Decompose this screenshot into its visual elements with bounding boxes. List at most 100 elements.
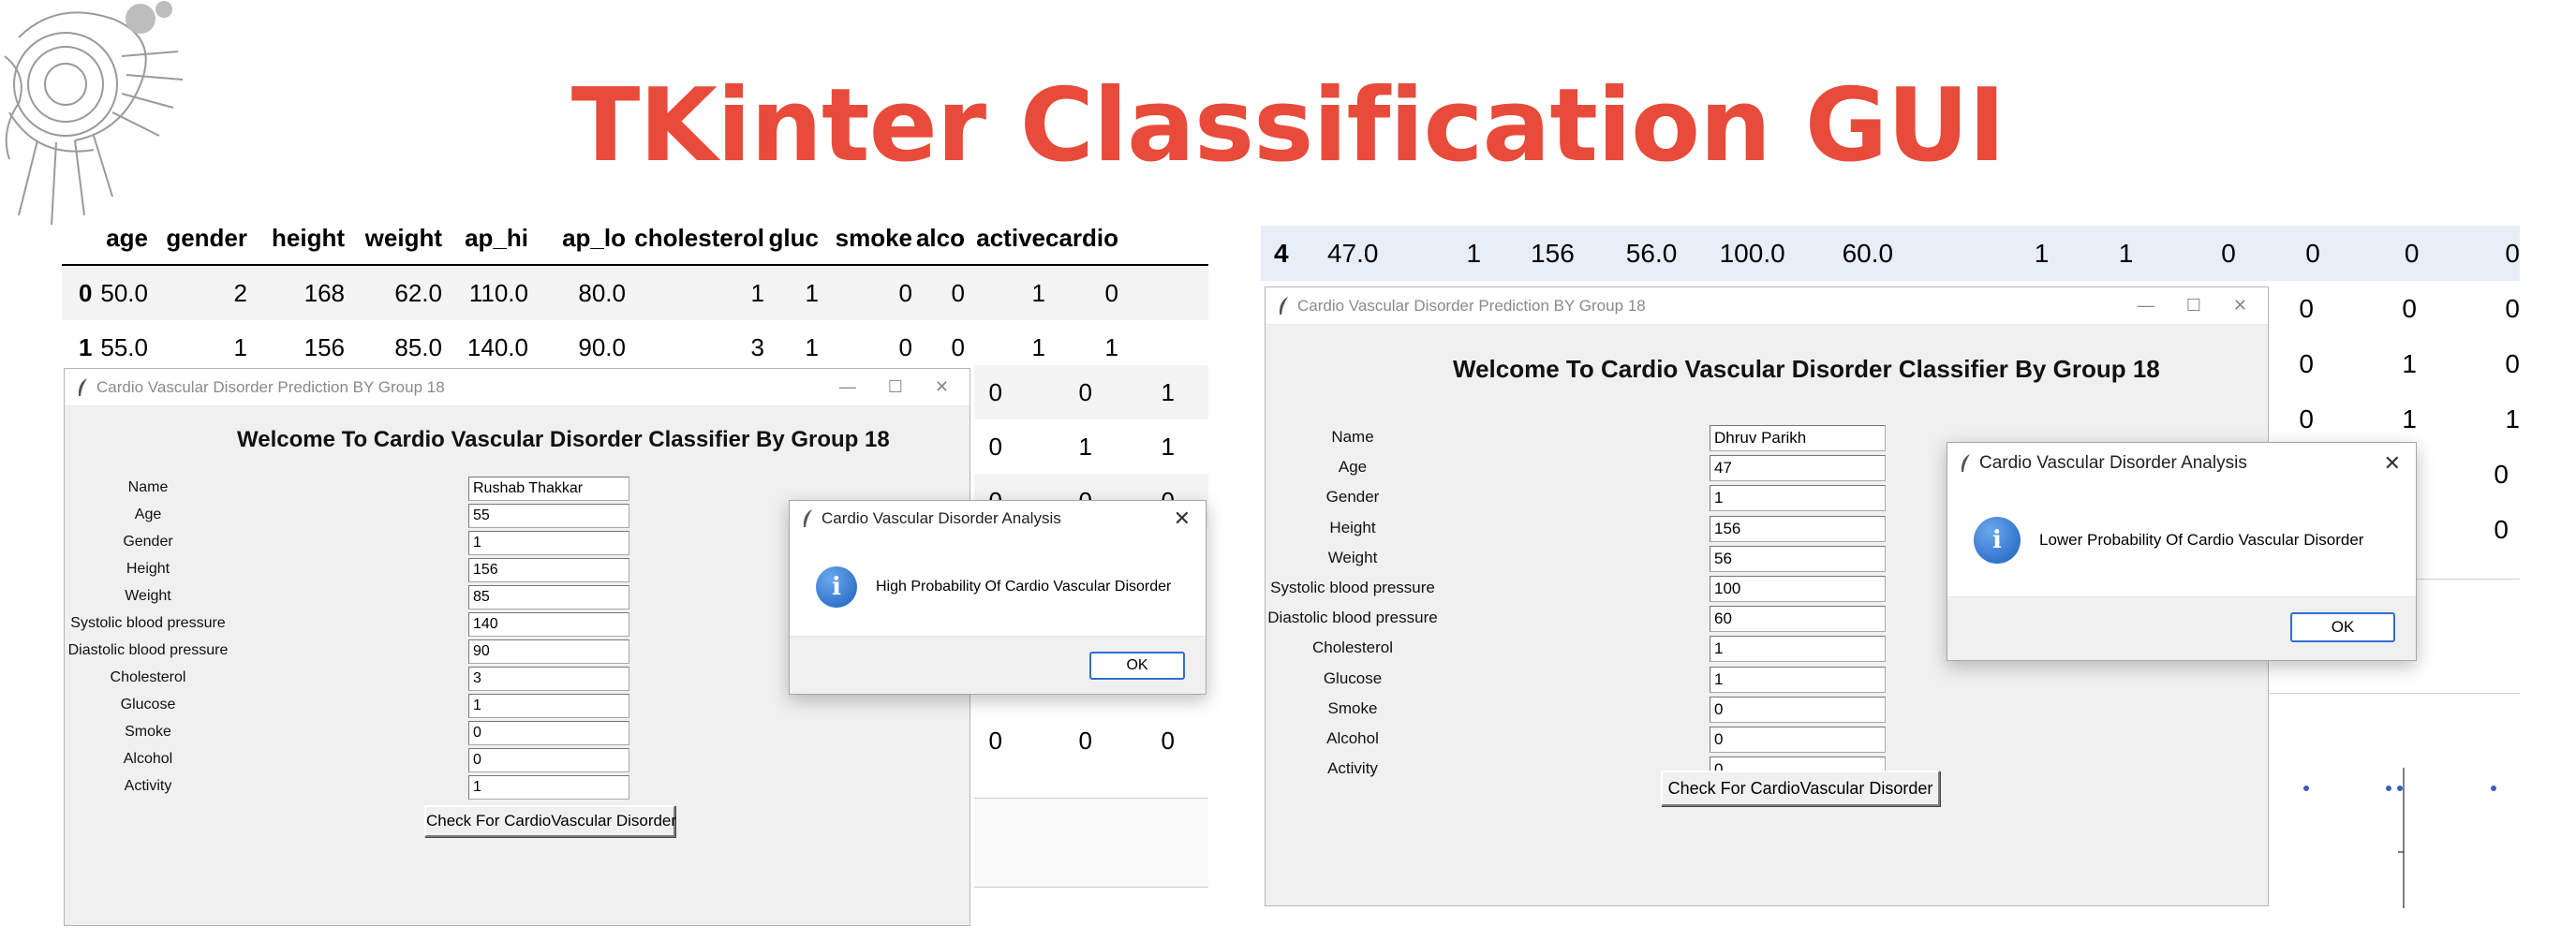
field-input-weight[interactable]: 56 (1710, 545, 1886, 572)
field-input-smoke[interactable]: 0 (468, 721, 629, 745)
field-label-gender: Gender (1325, 488, 1380, 507)
table-cell: 0 (2505, 348, 2520, 378)
table-cell: 80.0 (578, 278, 626, 307)
field-input-age[interactable]: 55 (468, 504, 629, 528)
dialog-titlebar[interactable]: Cardio Vascular Disorder Analysis ✕ (790, 501, 1206, 536)
table-cell: 140.0 (466, 332, 528, 361)
column-header: gender (166, 223, 247, 252)
window-titlebar[interactable]: Cardio Vascular Disorder Prediction BY G… (1266, 287, 2268, 325)
field-input-weight[interactable]: 85 (468, 585, 629, 610)
table-cell: 1 (750, 278, 764, 307)
minimize-icon[interactable]: — (2138, 296, 2154, 316)
column-header: alco (915, 223, 965, 252)
table-cell: 0 (2505, 238, 2520, 268)
field-label-age: Age (134, 507, 162, 522)
table-cell: 100.0 (1719, 238, 1785, 268)
close-icon[interactable]: ✕ (2233, 296, 2247, 316)
table-cell: 1 (1161, 377, 1175, 406)
field-input-systolic-blood-pressure[interactable]: 100 (1710, 576, 1886, 602)
field-label-glucose: Glucose (120, 697, 176, 712)
table-cell: 0 (2494, 459, 2509, 489)
field-input-alcohol[interactable]: 0 (468, 748, 629, 772)
table-row: 0 50.0 2 168 62.0 110.0 80.0 1 1 0 0 1 0 (62, 266, 1208, 320)
table-cell: 0 (2305, 238, 2320, 268)
table-cell: 1 (1078, 432, 1092, 461)
field-label-smoke: Smoke (125, 724, 171, 740)
check-disorder-button[interactable]: Check For CardioVascular Disorder (424, 805, 676, 837)
field-input-gender[interactable]: 1 (1710, 485, 1886, 512)
field-input-alcohol[interactable]: 0 (1710, 727, 1886, 753)
check-disorder-button[interactable]: Check For CardioVascular Disorder (1661, 771, 1940, 806)
table-cell: 1 (2505, 404, 2520, 433)
welcome-heading: Welcome To Cardio Vascular Disorder Clas… (237, 427, 890, 452)
table-cell: 0 (2505, 293, 2520, 323)
field-input-gender[interactable]: 1 (468, 531, 629, 555)
table-cell: 0 (951, 332, 965, 361)
field-input-name[interactable]: Rushab Thakkar (468, 477, 629, 501)
field-input-smoke[interactable]: 0 (1710, 696, 1886, 723)
column-header: weight (364, 223, 442, 252)
row-index: 0 (79, 278, 93, 307)
row-index: 1 (79, 332, 93, 361)
table-cell: 62.0 (394, 278, 442, 307)
divider (2258, 693, 2520, 694)
table-cell: 60.0 (1842, 238, 1894, 268)
ok-button[interactable]: OK (2290, 612, 2395, 642)
field-label-name: Name (127, 479, 169, 495)
field-input-cholesterol[interactable]: 1 (1710, 636, 1886, 663)
table-cell: 156 (1531, 238, 1575, 268)
column-header: active (976, 223, 1045, 252)
table-cell: 0 (951, 278, 965, 307)
table-cell: 0 (2404, 238, 2420, 268)
field-input-name[interactable]: Dhruv Parikh (1710, 425, 1886, 451)
column-header: smoke (835, 223, 912, 252)
field-input-glucose[interactable]: 1 (468, 694, 629, 718)
field-label-height: Height (1329, 518, 1376, 536)
table-cell: 0 (2221, 238, 2236, 268)
column-header: gluc (768, 223, 819, 252)
table-cell: 85.0 (394, 332, 442, 361)
field-input-age[interactable]: 47 (1710, 455, 1886, 482)
dialog-titlebar[interactable]: Cardio Vascular Disorder Analysis ✕ (1947, 443, 2416, 484)
info-icon: i (1974, 517, 2021, 564)
field-label-name: Name (1331, 428, 1374, 446)
field-input-height[interactable]: 156 (1710, 515, 1886, 542)
table-cell: 1 (233, 332, 247, 361)
close-icon[interactable]: ✕ (1174, 507, 1206, 531)
table-cell: 50.0 (100, 278, 148, 307)
maximize-icon[interactable]: ☐ (888, 377, 903, 397)
minimize-icon[interactable]: — (839, 377, 856, 397)
field-input-activity[interactable]: 1 (468, 775, 629, 800)
field-label-activity: Activity (1327, 759, 1378, 778)
dialog-message: Lower Probability Of Cardio Vascular Dis… (2039, 531, 2364, 549)
maximize-icon[interactable]: ☐ (2186, 296, 2201, 316)
window-titlebar[interactable]: Cardio Vascular Disorder Prediction BY G… (65, 369, 970, 406)
close-icon[interactable]: ✕ (2384, 451, 2416, 476)
field-input-height[interactable]: 156 (468, 558, 629, 582)
table-row: 0 0 0 (2258, 281, 2520, 336)
field-input-diastolic-blood-pressure[interactable]: 90 (468, 639, 629, 664)
field-input-glucose[interactable]: 1 (1710, 666, 1886, 693)
table-cell: 1 (1161, 432, 1175, 461)
field-input-systolic-blood-pressure[interactable]: 140 (468, 612, 629, 637)
table-cell: 0 (2402, 293, 2417, 323)
dialog-footer: OK (790, 636, 1206, 694)
table-cell: 1 (2034, 238, 2050, 268)
field-label-height: Height (126, 561, 170, 577)
field-input-diastolic-blood-pressure[interactable]: 60 (1710, 606, 1886, 633)
table-row: 0 1 0 (2258, 336, 2520, 391)
table-cell: 1 (2402, 404, 2417, 433)
close-icon[interactable]: ✕ (935, 377, 949, 397)
analysis-dialog-left: Cardio Vascular Disorder Analysis ✕ i Hi… (789, 500, 1207, 695)
table-cell: 0 (988, 377, 1002, 406)
dialog-body: i Lower Probability Of Cardio Vascular D… (1947, 501, 2416, 580)
field-label-activity: Activity (124, 778, 172, 794)
analysis-dialog-right: Cardio Vascular Disorder Analysis ✕ i Lo… (1947, 442, 2417, 661)
field-input-cholesterol[interactable]: 3 (468, 667, 629, 691)
table-cell: 47.0 (1326, 238, 1379, 268)
table-cell: 1 (2118, 238, 2134, 268)
table-cell: 0 (898, 332, 912, 361)
ok-button[interactable]: OK (1089, 652, 1185, 680)
field-label-age: Age (1338, 458, 1368, 477)
field-label-diastolic-blood-pressure: Diastolic blood pressure (67, 642, 229, 658)
